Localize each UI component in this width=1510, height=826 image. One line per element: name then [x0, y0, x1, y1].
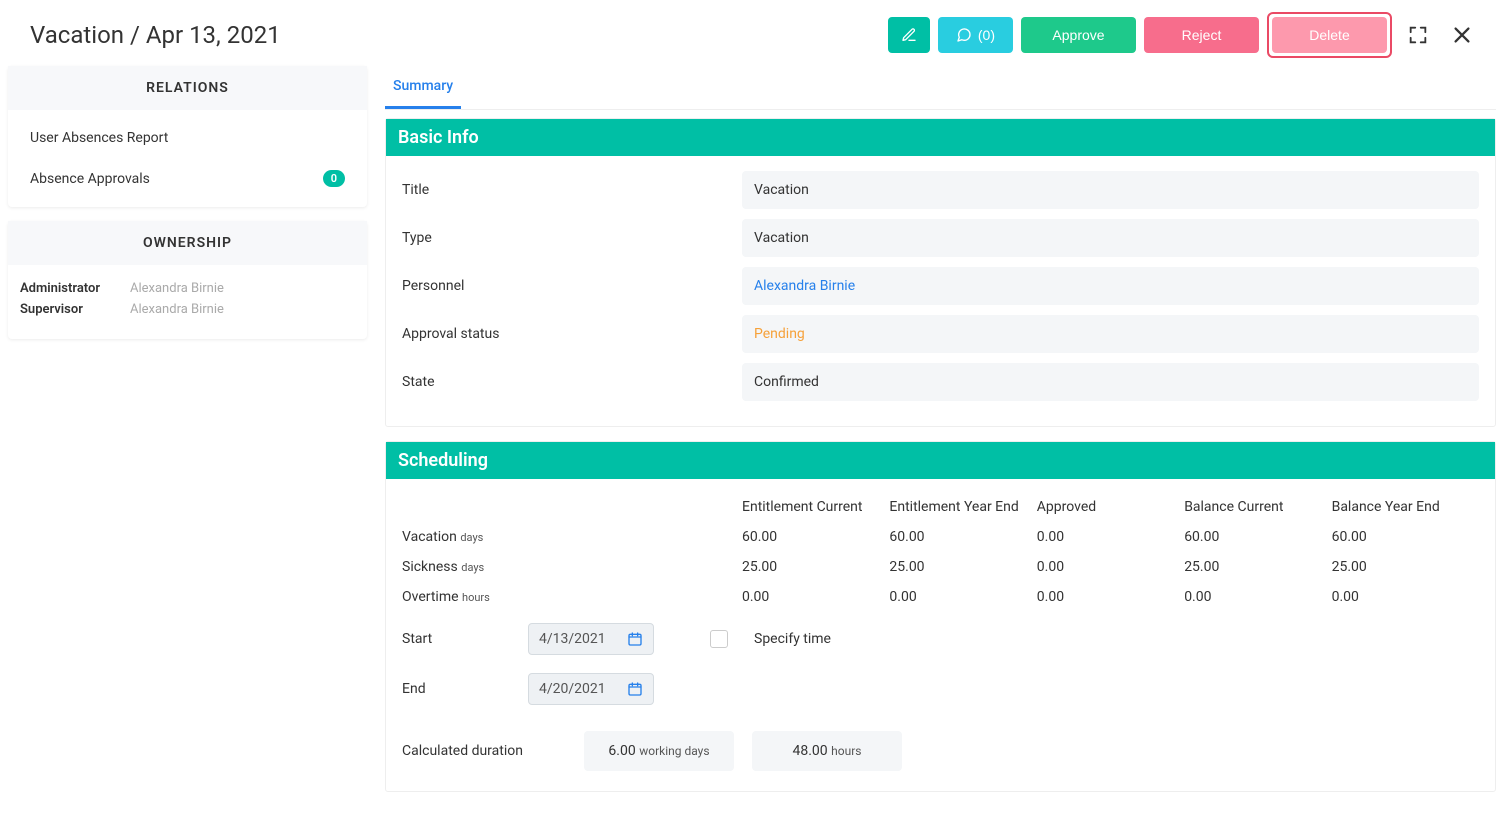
ownership-row-supervisor: Supervisor Alexandra Birnie [20, 302, 355, 317]
end-label: End [402, 681, 528, 697]
tabs: Summary [385, 66, 1496, 110]
col-approved: Approved [1037, 499, 1184, 515]
row-sickness-v5: 25.00 [1332, 559, 1479, 575]
personnel-link[interactable]: Alexandra Birnie [742, 267, 1479, 305]
sidebar-item-absence-approvals[interactable]: Absence Approvals 0 [8, 158, 367, 199]
calc-duration-hours: 48.00 hours [752, 731, 902, 771]
scheduling-header: Scheduling [386, 442, 1495, 479]
comments-count: (0) [978, 27, 995, 43]
sidebar-item-user-absences-report[interactable]: User Absences Report [8, 118, 367, 158]
comment-icon [956, 27, 972, 43]
ownership-header: OWNERSHIP [8, 221, 367, 265]
ownership-name: Alexandra Birnie [130, 281, 224, 296]
start-date-input[interactable]: 4/13/2021 [528, 623, 654, 655]
specify-time-checkbox[interactable] [710, 630, 728, 648]
end-date-input[interactable]: 4/20/2021 [528, 673, 654, 705]
calendar-icon [627, 631, 643, 647]
row-overtime-label: Overtime hours [402, 589, 742, 605]
main-content: Summary Basic Info Title Vacation Type V… [375, 66, 1510, 826]
col-entitlement-year-end: Entitlement Year End [889, 499, 1036, 515]
basic-info-header: Basic Info [386, 119, 1495, 156]
close-button[interactable] [1444, 17, 1480, 53]
specify-time-label: Specify time [754, 631, 831, 647]
ownership-name: Alexandra Birnie [130, 302, 224, 317]
ownership-role: Supervisor [20, 302, 130, 317]
sidebar: RELATIONS User Absences Report Absence A… [0, 66, 375, 353]
state-value: Confirmed [742, 363, 1479, 401]
approval-status-value: Pending [742, 315, 1479, 353]
row-vacation-v1: 60.00 [742, 529, 889, 545]
scheduling-panel: Scheduling Entitlement Current Entitleme… [385, 441, 1496, 792]
sidebar-item-label: User Absences Report [30, 130, 168, 146]
tab-summary[interactable]: Summary [385, 66, 461, 109]
reject-button[interactable]: Reject [1144, 17, 1259, 53]
fullscreen-button[interactable] [1400, 17, 1436, 53]
end-date-value: 4/20/2021 [539, 681, 606, 697]
calendar-icon [627, 681, 643, 697]
row-sickness-v1: 25.00 [742, 559, 889, 575]
sidebar-item-badge: 0 [323, 170, 345, 187]
row-sickness-v4: 25.00 [1184, 559, 1331, 575]
row-sickness-v2: 25.00 [889, 559, 1036, 575]
row-vacation-v4: 60.00 [1184, 529, 1331, 545]
fullscreen-icon [1407, 24, 1429, 46]
comments-button[interactable]: (0) [938, 17, 1013, 53]
calc-duration-days: 6.00 working days [584, 731, 734, 771]
type-value: Vacation [742, 219, 1479, 257]
page-title: Vacation / Apr 13, 2021 [30, 21, 888, 49]
edit-button[interactable] [888, 17, 930, 53]
row-overtime-v5: 0.00 [1332, 589, 1479, 605]
col-balance-year-end: Balance Year End [1332, 499, 1479, 515]
row-vacation-v5: 60.00 [1332, 529, 1479, 545]
state-label: State [402, 368, 742, 396]
close-icon [1451, 24, 1473, 46]
row-overtime-v3: 0.00 [1037, 589, 1184, 605]
action-buttons: (0) Approve Reject Delete [888, 12, 1480, 58]
row-vacation-label: Vacation days [402, 529, 742, 545]
row-overtime-v1: 0.00 [742, 589, 889, 605]
approval-status-label: Approval status [402, 320, 742, 348]
title-label: Title [402, 176, 742, 204]
personnel-label: Personnel [402, 272, 742, 300]
row-overtime-v4: 0.00 [1184, 589, 1331, 605]
start-label: Start [402, 631, 528, 647]
col-balance-current: Balance Current [1184, 499, 1331, 515]
row-vacation-v2: 60.00 [889, 529, 1036, 545]
row-overtime-v2: 0.00 [889, 589, 1036, 605]
relations-header: RELATIONS [8, 66, 367, 110]
calc-duration-label: Calculated duration [402, 743, 566, 759]
sidebar-item-label: Absence Approvals [30, 171, 150, 187]
ownership-row-administrator: Administrator Alexandra Birnie [20, 281, 355, 296]
start-date-value: 4/13/2021 [539, 631, 606, 647]
row-sickness-label: Sickness days [402, 559, 742, 575]
type-label: Type [402, 224, 742, 252]
title-value: Vacation [742, 171, 1479, 209]
delete-button[interactable]: Delete [1272, 17, 1387, 53]
delete-button-highlight: Delete [1267, 12, 1392, 58]
approve-button[interactable]: Approve [1021, 17, 1136, 53]
row-vacation-v3: 0.00 [1037, 529, 1184, 545]
row-sickness-v3: 0.00 [1037, 559, 1184, 575]
col-entitlement-current: Entitlement Current [742, 499, 889, 515]
ownership-role: Administrator [20, 281, 130, 296]
basic-info-panel: Basic Info Title Vacation Type Vacation … [385, 118, 1496, 427]
pencil-icon [901, 27, 917, 43]
